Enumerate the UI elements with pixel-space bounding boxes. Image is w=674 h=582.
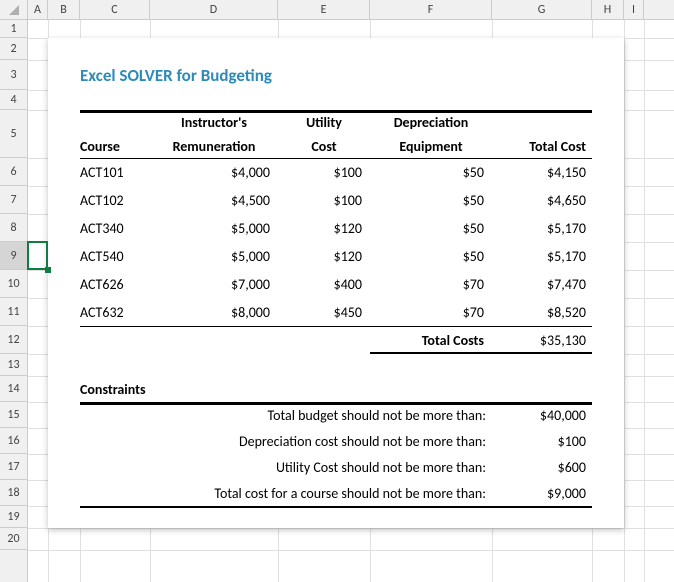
column-header-B[interactable]: B	[48, 0, 80, 19]
course-total-3: $5,170	[492, 242, 592, 270]
course-remu-4: $7,000	[150, 270, 278, 298]
course-remu-2: $5,000	[150, 214, 278, 242]
course-util-3: $120	[278, 242, 370, 270]
course-dep-5: $70	[370, 298, 492, 326]
column-header-E[interactable]: E	[278, 0, 370, 19]
column-header-H[interactable]: H	[592, 0, 624, 19]
course-total-4: $7,470	[492, 270, 592, 298]
course-dep-2: $50	[370, 214, 492, 242]
course-name-0: ACT101	[80, 158, 150, 186]
header-total: Total Cost	[492, 134, 592, 158]
row-header-15[interactable]: 15	[0, 402, 27, 428]
row-header-4[interactable]: 4	[0, 90, 27, 110]
header-remuneration-2: Remuneration	[150, 134, 278, 158]
course-name-1: ACT102	[80, 186, 150, 214]
row-header-1[interactable]: 1	[0, 20, 27, 38]
row-header-5[interactable]: 5	[0, 110, 27, 158]
row-header-18[interactable]: 18	[0, 480, 27, 506]
course-dep-1: $50	[370, 186, 492, 214]
column-header-I[interactable]: I	[624, 0, 644, 19]
page-title: Excel SOLVER for Budgeting	[80, 60, 272, 90]
total-costs-label: Total Costs	[370, 326, 492, 354]
column-headers[interactable]: ABCDEFGHI	[28, 0, 674, 20]
row-header-10[interactable]: 10	[0, 270, 27, 298]
constraint-value-0: $40,000	[492, 402, 592, 428]
column-header-A[interactable]: A	[28, 0, 48, 19]
row-header-9[interactable]: 9	[0, 242, 27, 270]
course-total-5: $8,520	[492, 298, 592, 326]
total-costs-value: $35,130	[492, 326, 592, 354]
course-dep-4: $70	[370, 270, 492, 298]
course-name-5: ACT632	[80, 298, 150, 326]
course-name-3: ACT540	[80, 242, 150, 270]
course-name-2: ACT340	[80, 214, 150, 242]
course-remu-1: $4,500	[150, 186, 278, 214]
constraint-value-2: $600	[492, 454, 592, 480]
row-header-14[interactable]: 14	[0, 376, 27, 402]
course-remu-0: $4,000	[150, 158, 278, 186]
header-course: Course	[80, 134, 150, 158]
course-remu-5: $8,000	[150, 298, 278, 326]
course-name-4: ACT626	[80, 270, 150, 298]
constraint-label-1: Depreciation cost should not be more tha…	[80, 428, 492, 454]
course-total-1: $4,650	[492, 186, 592, 214]
row-header-2[interactable]: 2	[0, 38, 27, 60]
sheet-content[interactable]: Excel SOLVER for Budgeting CourseInstruc…	[28, 20, 674, 582]
course-util-1: $100	[278, 186, 370, 214]
row-header-11[interactable]: 11	[0, 298, 27, 326]
course-total-0: $4,150	[492, 158, 592, 186]
course-util-0: $100	[278, 158, 370, 186]
constraint-label-3: Total cost for a course should not be mo…	[80, 480, 492, 506]
header-utility-1: Utility	[278, 110, 370, 134]
course-util-4: $400	[278, 270, 370, 298]
course-util-5: $450	[278, 298, 370, 326]
row-headers[interactable]: 1234567891011121314151617181920	[0, 20, 28, 582]
header-depreciation-1: Depreciation	[370, 110, 492, 134]
column-header-D[interactable]: D	[150, 0, 278, 19]
constraints-title: Constraints	[80, 376, 370, 402]
row-header-8[interactable]: 8	[0, 214, 27, 242]
row-header-19[interactable]: 19	[0, 506, 27, 528]
row-header-16[interactable]: 16	[0, 428, 27, 454]
course-dep-3: $50	[370, 242, 492, 270]
header-utility-2: Cost	[278, 134, 370, 158]
course-dep-0: $50	[370, 158, 492, 186]
select-all-corner[interactable]	[0, 0, 28, 20]
row-header-17[interactable]: 17	[0, 454, 27, 480]
column-header-F[interactable]: F	[370, 0, 492, 19]
row-header-6[interactable]: 6	[0, 158, 27, 186]
row-header-20[interactable]: 20	[0, 528, 27, 550]
column-header-C[interactable]: C	[80, 0, 150, 19]
constraint-value-3: $9,000	[492, 480, 592, 506]
course-total-2: $5,170	[492, 214, 592, 242]
row-header-13[interactable]: 13	[0, 354, 27, 376]
course-remu-3: $5,000	[150, 242, 278, 270]
selection-outline	[27, 241, 48, 270]
constraint-label-2: Utility Cost should not be more than:	[80, 454, 492, 480]
constraint-value-1: $100	[492, 428, 592, 454]
row-header-12[interactable]: 12	[0, 326, 27, 354]
constraint-label-0: Total budget should not be more than:	[80, 402, 492, 428]
row-header-3[interactable]: 3	[0, 60, 27, 90]
course-util-2: $120	[278, 214, 370, 242]
selection-fill-handle[interactable]	[45, 267, 51, 273]
row-header-7[interactable]: 7	[0, 186, 27, 214]
header-depreciation-2: Equipment	[370, 134, 492, 158]
column-header-G[interactable]: G	[492, 0, 592, 19]
header-remuneration-1: Instructor's	[150, 110, 278, 134]
spreadsheet: ABCDEFGHI 123456789101112131415161718192…	[0, 0, 674, 582]
